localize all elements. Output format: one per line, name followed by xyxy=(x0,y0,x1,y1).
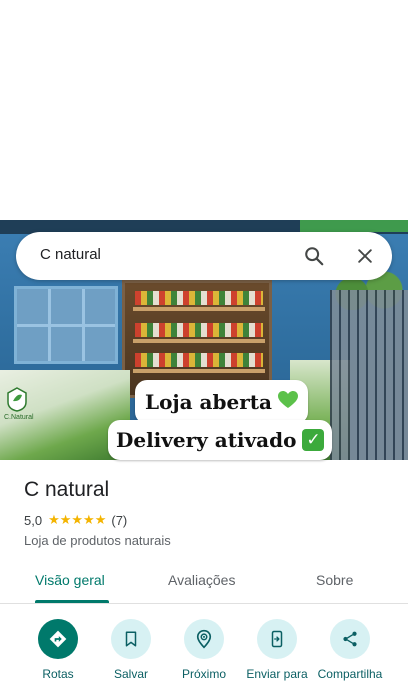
open-badge-text: Loja aberta xyxy=(145,390,272,414)
star-rating-icon: ★★★★★ xyxy=(48,512,107,527)
place-category[interactable]: Loja de produtos naturais xyxy=(24,533,171,548)
tab-overview[interactable]: Visão geral xyxy=(35,572,105,588)
share-button[interactable]: Compartilha xyxy=(318,619,382,681)
metal-gate xyxy=(330,290,408,460)
store-logo-icon xyxy=(7,387,27,412)
share-icon xyxy=(343,631,357,647)
rating-row[interactable]: 5,0 ★★★★★ (7) xyxy=(24,512,127,528)
logo-text: C.Natural xyxy=(4,414,34,421)
directions-button[interactable]: Rotas xyxy=(28,619,88,681)
bookmark-icon xyxy=(125,631,137,647)
tab-about[interactable]: Sobre xyxy=(316,572,353,588)
review-count: (7) xyxy=(111,512,128,528)
search-button[interactable] xyxy=(300,242,328,270)
open-badge: Loja aberta xyxy=(135,380,308,424)
delivery-badge-text: Delivery ativado xyxy=(116,428,297,452)
check-mark-icon: ✓ xyxy=(302,429,325,451)
tab-reviews[interactable]: Avaliações xyxy=(168,572,235,588)
place-title: C natural xyxy=(24,478,110,501)
tab-divider xyxy=(0,603,408,604)
nearby-icon xyxy=(196,629,212,649)
send-to-phone-button[interactable]: Enviar para xyxy=(246,619,308,681)
directions-icon xyxy=(49,630,67,648)
search-input[interactable]: C natural xyxy=(40,246,101,263)
clear-search-button[interactable] xyxy=(351,242,379,270)
search-icon xyxy=(305,247,324,266)
storefront-window xyxy=(14,286,118,364)
save-button[interactable]: Salvar xyxy=(101,619,161,681)
close-icon xyxy=(358,249,372,263)
rating-value: 5,0 xyxy=(24,512,43,528)
delivery-badge: Delivery ativado ✓ xyxy=(108,420,333,460)
search-bar[interactable]: C natural xyxy=(16,232,392,280)
map-blank-area xyxy=(0,0,408,220)
nearby-button[interactable]: Próximo xyxy=(174,619,234,681)
send-to-phone-icon xyxy=(271,630,283,648)
green-heart-icon xyxy=(277,390,298,414)
share-label: Compartilha xyxy=(317,667,383,681)
